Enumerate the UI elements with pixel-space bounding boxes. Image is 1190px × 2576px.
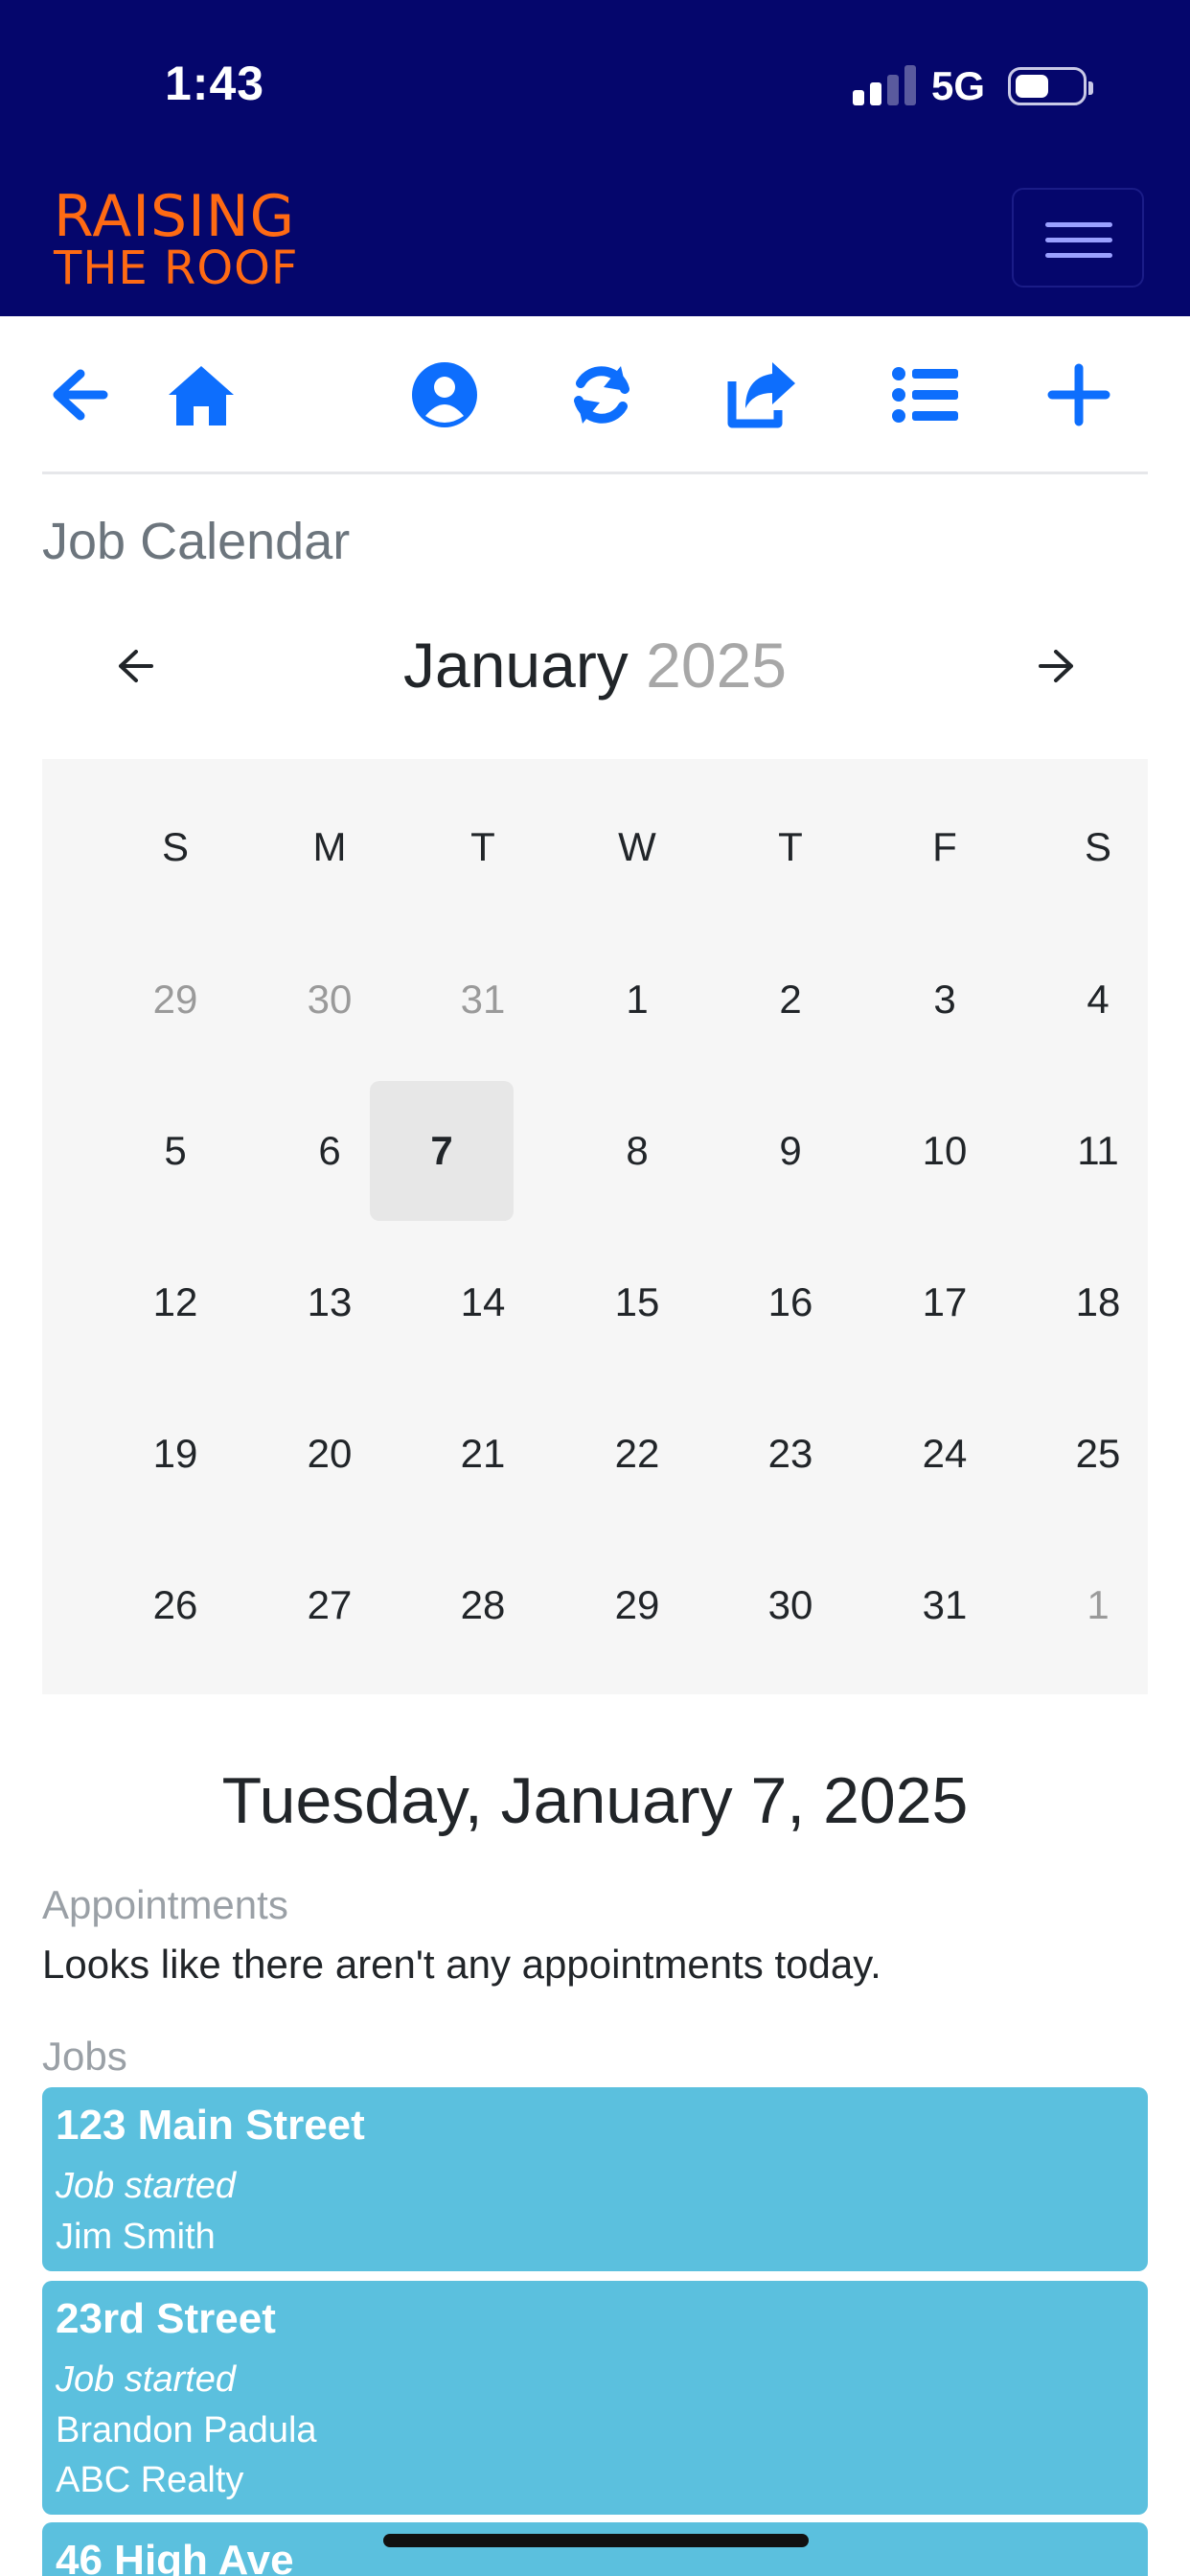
calendar-day[interactable]: 9	[719, 1081, 862, 1221]
plus-icon[interactable]	[1041, 356, 1117, 433]
calendar-day[interactable]: 1	[565, 930, 709, 1070]
weekday-header: W	[618, 824, 656, 869]
jobs-label: Jobs	[42, 2034, 127, 2079]
user-circle-icon[interactable]	[406, 356, 483, 433]
weekday-header: T	[470, 824, 495, 869]
calendar-day[interactable]: 31	[873, 1535, 1017, 1675]
calendar-day[interactable]: 15	[565, 1232, 709, 1372]
calendar-day[interactable]: 29	[565, 1535, 709, 1675]
calendar-day[interactable]: 19	[103, 1384, 247, 1524]
toolbar-divider	[42, 472, 1148, 474]
calendar-day[interactable]: 23	[719, 1384, 862, 1524]
job-status: Job started	[56, 2359, 236, 2400]
refresh-icon[interactable]	[563, 356, 640, 433]
calendar-day[interactable]: 14	[411, 1232, 555, 1372]
calendar-day[interactable]: 11	[1026, 1081, 1170, 1221]
appointments-empty-message: Looks like there aren't any appointments…	[42, 1942, 881, 1987]
calendar-grid: S M T W T F S 29 30 31 1 2 3 4 5 6 7 8 9…	[42, 759, 1148, 1694]
calendar-day-selected[interactable]: 7	[370, 1081, 514, 1221]
calendar-day[interactable]: 21	[411, 1384, 555, 1524]
calendar-day[interactable]: 31	[411, 930, 555, 1070]
back-arrow-icon[interactable]	[38, 356, 115, 433]
month-name: January	[403, 630, 629, 701]
calendar-day[interactable]: 16	[719, 1232, 862, 1372]
brand-line-1: RAISING	[54, 183, 296, 250]
brand-line-2: THE ROOF	[54, 242, 299, 295]
calendar-day[interactable]: 30	[719, 1535, 862, 1675]
calendar-day[interactable]: 2	[719, 930, 862, 1070]
network-type: 5G	[931, 63, 986, 108]
brand-logo[interactable]: RAISING THE ROOF	[54, 188, 341, 291]
calendar-day[interactable]: 4	[1026, 930, 1170, 1070]
home-indicator	[383, 2534, 809, 2547]
year-label: 2025	[646, 630, 787, 701]
calendar-day[interactable]: 25	[1026, 1384, 1170, 1524]
calendar-day[interactable]: 20	[258, 1384, 401, 1524]
calendar-day[interactable]: 18	[1026, 1232, 1170, 1372]
action-toolbar	[0, 316, 1190, 473]
calendar-day[interactable]: 13	[258, 1232, 401, 1372]
page-title: Job Calendar	[42, 513, 351, 570]
weekday-header: T	[778, 824, 803, 869]
home-icon[interactable]	[163, 356, 240, 433]
calendar-day[interactable]: 22	[565, 1384, 709, 1524]
calendar-day[interactable]: 26	[103, 1535, 247, 1675]
cellular-signal-icon	[853, 63, 916, 105]
calendar-day[interactable]: 17	[873, 1232, 1017, 1372]
weekday-header: S	[161, 824, 189, 869]
app-header: 1:43 5G RAISING THE ROOF	[0, 0, 1190, 316]
next-month-arrow-icon[interactable]	[1016, 632, 1111, 700]
job-contact: Brandon Padula	[56, 2410, 317, 2450]
battery-icon	[1008, 67, 1093, 105]
weekday-header: S	[1084, 824, 1111, 869]
appointments-label: Appointments	[42, 1882, 288, 1927]
job-card[interactable]: 23rd Street Job started Brandon Padula A…	[42, 2281, 1148, 2515]
calendar-day[interactable]: 30	[258, 930, 401, 1070]
weekday-header: M	[312, 824, 347, 869]
hamburger-menu-button[interactable]	[1012, 188, 1144, 288]
weekday-header: F	[932, 824, 957, 869]
calendar-day[interactable]: 29	[103, 930, 247, 1070]
calendar-day[interactable]: 28	[411, 1535, 555, 1675]
selected-date-heading: Tuesday, January 7, 2025	[221, 1764, 969, 1837]
month-year-title: January 2025	[42, 629, 1148, 702]
calendar-day[interactable]: 12	[103, 1232, 247, 1372]
job-contact: Jim Smith	[56, 2217, 216, 2257]
calendar-day[interactable]: 27	[258, 1535, 401, 1675]
job-status: Job started	[56, 2166, 236, 2206]
list-icon[interactable]	[887, 356, 964, 433]
job-company: ABC Realty	[56, 2460, 244, 2500]
calendar-day[interactable]: 10	[873, 1081, 1017, 1221]
calendar-day[interactable]: 1	[1026, 1535, 1170, 1675]
job-address: 123 Main Street	[56, 2102, 365, 2149]
calendar-day[interactable]: 5	[103, 1081, 247, 1221]
job-address: 23rd Street	[56, 2295, 276, 2342]
status-time: 1:43	[165, 57, 265, 110]
calendar-day[interactable]: 3	[873, 930, 1017, 1070]
calendar-day[interactable]: 24	[873, 1384, 1017, 1524]
job-card[interactable]: 123 Main Street Job started Jim Smith	[42, 2087, 1148, 2271]
calendar-day[interactable]: 8	[565, 1081, 709, 1221]
share-icon[interactable]	[722, 356, 799, 433]
job-card[interactable]: 46 High Ave	[42, 2522, 1148, 2576]
